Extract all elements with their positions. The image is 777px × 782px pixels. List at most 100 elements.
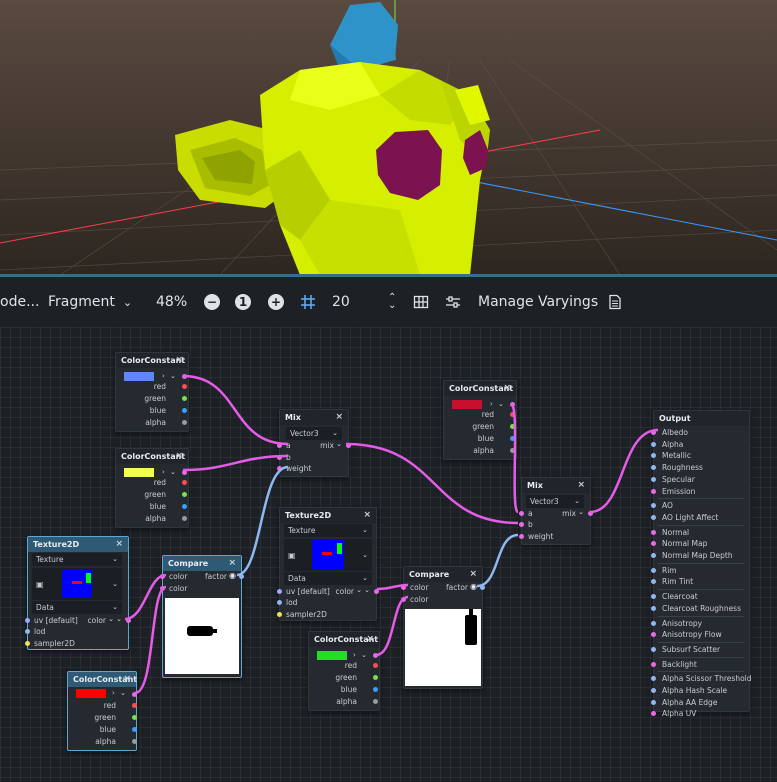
output-port-alpha[interactable] [132, 739, 137, 744]
zoom-in-button[interactable]: + [268, 277, 284, 327]
texture2d-node-2[interactable]: Texture2D × Texture ⌄ ▣ ⌄ Data ⌄ uv [defaul… [277, 507, 379, 621]
color-swatch[interactable] [124, 468, 154, 477]
close-icon[interactable]: × [228, 558, 236, 568]
close-icon[interactable]: × [175, 451, 183, 461]
output-input-port[interactable] [651, 529, 656, 535]
output-input-port[interactable] [651, 453, 656, 459]
output-port-mix[interactable] [346, 443, 351, 448]
node-header[interactable]: Mix × [280, 410, 348, 425]
node-header[interactable]: ColorConstant × [116, 449, 188, 464]
output-input-port[interactable] [651, 476, 656, 482]
output-port-factor[interactable] [480, 585, 485, 590]
compare-node-1[interactable]: Compare × color factor ◉ color [160, 555, 244, 678]
output-port-green[interactable] [510, 424, 515, 429]
input-port-color-1[interactable] [160, 574, 165, 579]
3d-viewport[interactable] [0, 0, 777, 275]
preview-eye-icon[interactable]: ◉ [229, 571, 236, 580]
input-port-lod[interactable] [25, 629, 30, 634]
node-header[interactable]: ColorConstant × [68, 672, 137, 687]
output-port-alpha[interactable] [373, 699, 378, 704]
output-port-alpha[interactable] [182, 420, 187, 425]
input-port-uv[interactable] [25, 618, 30, 623]
output-input-port[interactable] [651, 594, 656, 600]
shader-stage-dropdown[interactable]: Fragment ⌄ [40, 277, 136, 327]
output-port-blue[interactable] [182, 408, 187, 413]
output-port-color[interactable] [373, 653, 378, 658]
zoom-reset-button[interactable]: 1 [235, 277, 251, 327]
preview-eye-icon[interactable]: ◉ [470, 582, 477, 591]
mix-node-2[interactable]: Mix × Vector3 ⌄ a mix ⌄ b weight [519, 477, 593, 545]
color-constant-node-5[interactable]: ColorConstant × › ⌄ red green blue alpha [67, 671, 137, 751]
output-input-port[interactable] [651, 676, 656, 682]
texture-source-dropdown[interactable]: Texture ⌄ [32, 553, 122, 566]
output-port-color[interactable] [132, 692, 137, 697]
compare-node-2[interactable]: Compare × color factor ◉ color [401, 566, 485, 689]
input-port-weight[interactable] [277, 466, 282, 471]
output-input-port[interactable] [651, 567, 656, 573]
zoom-out-button[interactable]: − [204, 277, 220, 327]
output-port-red[interactable] [373, 663, 378, 668]
output-input-port[interactable] [651, 661, 656, 667]
minimap-toggle[interactable] [413, 277, 429, 327]
color-constant-node-3[interactable]: ColorConstant × › ⌄ red green blue alpha [443, 380, 517, 460]
node-header[interactable]: Texture2D × [280, 508, 376, 523]
output-port-red[interactable] [182, 480, 187, 485]
output-port-blue[interactable] [182, 504, 187, 509]
mix-node-1[interactable]: Mix × Vector3 ⌄ a mix ⌄ b weight [277, 409, 351, 477]
output-node[interactable]: Output Albedo Alpha Metallic Roughness Specu… [651, 410, 752, 718]
input-port-uv[interactable] [277, 589, 282, 594]
output-input-port[interactable] [651, 430, 656, 435]
output-input-port[interactable] [651, 646, 656, 652]
output-port-color[interactable] [510, 402, 515, 407]
input-port-a[interactable] [277, 443, 282, 448]
output-port-green[interactable] [182, 396, 187, 401]
input-port-b[interactable] [277, 455, 282, 460]
output-port-blue[interactable] [510, 436, 515, 441]
node-header[interactable]: Compare × [163, 556, 241, 571]
close-icon[interactable]: × [577, 480, 585, 490]
input-port-weight[interactable] [519, 534, 524, 539]
output-port-green[interactable] [132, 715, 137, 720]
output-input-port[interactable] [651, 688, 656, 693]
output-port-color[interactable] [126, 618, 131, 623]
node-header[interactable]: Compare × [404, 567, 482, 582]
output-port-mix[interactable] [588, 511, 593, 516]
output-port-green[interactable] [373, 675, 378, 680]
output-port-factor[interactable] [239, 574, 244, 579]
input-port-color-2[interactable] [401, 597, 406, 602]
output-input-port[interactable] [651, 553, 656, 558]
output-input-port[interactable] [651, 541, 656, 547]
output-port-red[interactable] [132, 703, 137, 708]
close-icon[interactable]: × [503, 383, 511, 393]
node-header[interactable]: ColorConstant × [444, 381, 516, 396]
output-input-port[interactable] [651, 632, 656, 638]
node-header[interactable]: ColorConstant × [309, 632, 379, 647]
mix-type-dropdown[interactable]: Vector3 ⌄ [526, 495, 584, 508]
output-port-blue[interactable] [373, 687, 378, 692]
close-icon[interactable]: × [469, 569, 477, 579]
color-constant-node-2[interactable]: ColorConstant × › ⌄ red green blue alpha [115, 448, 189, 528]
shader-code-button[interactable] [607, 277, 623, 327]
texture-type-dropdown[interactable]: Data ⌄ [284, 572, 372, 585]
output-port-alpha[interactable] [510, 448, 515, 453]
color-swatch[interactable] [76, 689, 106, 698]
output-input-port[interactable] [651, 579, 656, 585]
node-header[interactable]: Mix × [522, 478, 590, 493]
grid-step-spinbox[interactable]: 20 ⌃ ⌄ [324, 277, 404, 327]
output-input-port[interactable] [651, 514, 656, 520]
output-input-port[interactable] [651, 503, 656, 509]
close-icon[interactable]: × [335, 412, 343, 422]
color-constant-node-1[interactable]: ColorConstant × › ⌄ red green blue alpha [115, 352, 189, 432]
close-icon[interactable]: × [115, 539, 123, 549]
output-input-port[interactable] [651, 620, 656, 626]
close-icon[interactable]: × [123, 674, 131, 684]
texture-resource-picker[interactable]: ▣ ⌄ [32, 568, 122, 600]
input-port-color-1[interactable] [401, 585, 406, 590]
close-icon[interactable]: × [363, 510, 371, 520]
texture-resource-picker[interactable]: ▣ ⌄ [284, 539, 372, 571]
output-port-color[interactable] [182, 374, 187, 379]
arrange-nodes-button[interactable] [445, 277, 461, 327]
manage-varyings-button[interactable]: Manage Varyings [478, 277, 598, 327]
output-input-port[interactable] [651, 465, 656, 471]
color-swatch[interactable] [124, 372, 154, 381]
